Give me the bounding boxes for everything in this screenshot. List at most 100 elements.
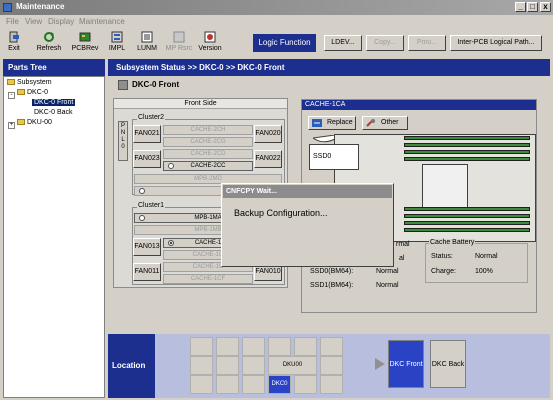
menu-display[interactable]: Display: [48, 17, 74, 26]
maximize-button[interactable]: □: [527, 2, 538, 12]
battery-status-label: Status:: [431, 253, 453, 260]
menu-maintenance[interactable]: Maintenance: [79, 17, 125, 26]
location-cell[interactable]: [216, 356, 239, 375]
fan-011[interactable]: FAN011: [133, 263, 161, 281]
page-title-row: DKC-0 Front: [108, 76, 550, 94]
ssd0-slot[interactable]: SSD0: [309, 144, 359, 170]
close-button[interactable]: x: [540, 2, 551, 12]
location-cell[interactable]: [268, 337, 291, 356]
pnl-0-slot[interactable]: P N L 0: [118, 121, 128, 161]
tree-node-label: DKU-00: [27, 119, 52, 126]
mp-rsrc-label: MP Rsrc: [165, 45, 193, 52]
cnfcpy-wait-dialog: CNFCPY Wait... Backup Configuration...: [221, 183, 394, 267]
partial-status-1: rmal: [396, 241, 410, 248]
tree-node-label: Subsystem: [17, 79, 52, 86]
location-cell[interactable]: [294, 337, 317, 356]
dimm-slot[interactable]: [404, 207, 530, 211]
ldev-button[interactable]: LDEV...: [324, 35, 362, 51]
tree-node-dkc-0[interactable]: DKC-0: [17, 89, 48, 96]
partial-status-2: al: [399, 255, 405, 262]
slot-radio[interactable]: [168, 163, 174, 169]
dimm-slot[interactable]: [404, 157, 530, 161]
location-cell[interactable]: [294, 375, 317, 394]
dimm-slot[interactable]: [404, 150, 530, 154]
location-cell[interactable]: [216, 375, 239, 394]
slot-cache-1cf[interactable]: CACHE-1CF: [163, 274, 253, 284]
location-cell[interactable]: [190, 337, 213, 356]
copy-button[interactable]: Copy...: [366, 35, 404, 51]
app-icon: [3, 3, 12, 12]
location-cell[interactable]: [242, 337, 265, 356]
location-cell[interactable]: [190, 356, 213, 375]
fan-021[interactable]: FAN021: [133, 125, 161, 143]
location-dku00[interactable]: DKU00: [268, 356, 317, 375]
window-title: Maintenance: [16, 2, 65, 11]
lunm-button[interactable]: LUNM: [136, 30, 158, 53]
parts-tree-header: Parts Tree: [3, 59, 105, 76]
inter-pcb-button[interactable]: Inter-PCB Logical Path...: [450, 35, 542, 51]
dimm-slot[interactable]: [404, 228, 530, 232]
page-title: DKC-0 Front: [132, 80, 180, 89]
dimm-slot[interactable]: [404, 143, 530, 147]
folder-icon: [17, 89, 25, 96]
slot-cache-2ch[interactable]: CACHE-2CH: [163, 125, 253, 135]
menu-view[interactable]: View: [25, 17, 42, 26]
mp-rsrc-button[interactable]: MP Rsrc: [164, 30, 194, 53]
breadcrumb: Subsystem Status >> DKC-0 >> DKC-0 Front: [108, 59, 550, 76]
pmu-button[interactable]: Pmu...: [408, 35, 446, 51]
dimm-slot[interactable]: [404, 136, 530, 140]
collapse-icon[interactable]: -: [8, 92, 15, 99]
location-cell[interactable]: [190, 375, 213, 394]
tree-node-subsystem[interactable]: Subsystem: [7, 79, 52, 86]
version-icon: [204, 31, 216, 43]
slot-cache-2cd[interactable]: CACHE-2CD: [163, 149, 253, 159]
slot-cache-2cg[interactable]: CACHE-2CG: [163, 137, 253, 147]
location-cell[interactable]: [320, 337, 343, 356]
location-cell[interactable]: [320, 375, 343, 394]
impl-button[interactable]: IMPL: [107, 30, 127, 53]
fan-023[interactable]: FAN023: [133, 150, 161, 168]
fan-013[interactable]: FAN013: [133, 238, 161, 256]
dkc-front-button[interactable]: DKC Front: [388, 340, 424, 388]
logic-function-label: Logic Function: [253, 34, 316, 52]
version-label: Version: [198, 45, 222, 52]
location-dkc0[interactable]: DKC0: [268, 375, 291, 394]
dimm-slot[interactable]: [404, 221, 530, 225]
replace-button[interactable]: Replace: [308, 116, 356, 130]
pcbrev-button[interactable]: PCBRev: [70, 30, 100, 53]
cache-battery-box: [425, 243, 528, 283]
slot-label: CACHE-2CC: [190, 163, 226, 169]
fan-020[interactable]: FAN020: [254, 125, 282, 143]
replace-label: Replace: [327, 119, 353, 126]
tree-node-dkc-0-front[interactable]: DKC-0 Front: [32, 99, 76, 106]
menu-file[interactable]: File: [6, 17, 19, 26]
other-button[interactable]: Other: [362, 116, 408, 130]
impl-label: IMPL: [108, 45, 126, 52]
location-cell[interactable]: [320, 356, 343, 375]
ssd0-bm64-value: Normal: [376, 268, 399, 275]
minimize-button[interactable]: _: [515, 2, 526, 12]
slot-radio[interactable]: [139, 215, 145, 221]
slot-radio-checked[interactable]: [168, 240, 174, 246]
mp-rsrc-icon: [173, 31, 185, 43]
battery-charge-label: Charge:: [431, 268, 456, 275]
dimm-slot[interactable]: [404, 214, 530, 218]
expand-icon[interactable]: +: [8, 122, 15, 129]
tree-node-label: DKC-0: [27, 89, 49, 96]
tree-node-dku-00[interactable]: DKU-00: [17, 119, 52, 126]
location-cell[interactable]: [242, 375, 265, 394]
slot-radio[interactable]: [139, 188, 145, 194]
pcbrev-icon: [79, 31, 91, 43]
refresh-button[interactable]: Refresh: [34, 30, 64, 53]
exit-button[interactable]: Exit: [6, 30, 22, 53]
location-cell[interactable]: [216, 337, 239, 356]
fan-022[interactable]: FAN022: [254, 150, 282, 168]
ssd1-bm64-value: Normal: [376, 282, 399, 289]
location-cell[interactable]: [242, 356, 265, 375]
dkc-back-button[interactable]: DKC Back: [430, 340, 466, 388]
slot-cache-2cc[interactable]: CACHE-2CC: [163, 161, 253, 171]
window-title-bar: Maintenance _ □ x: [0, 0, 553, 15]
tree-node-dkc-0-back[interactable]: DKC-0 Back: [32, 109, 75, 116]
version-button[interactable]: Version: [197, 30, 223, 53]
location-arrow-icon: [375, 358, 385, 370]
